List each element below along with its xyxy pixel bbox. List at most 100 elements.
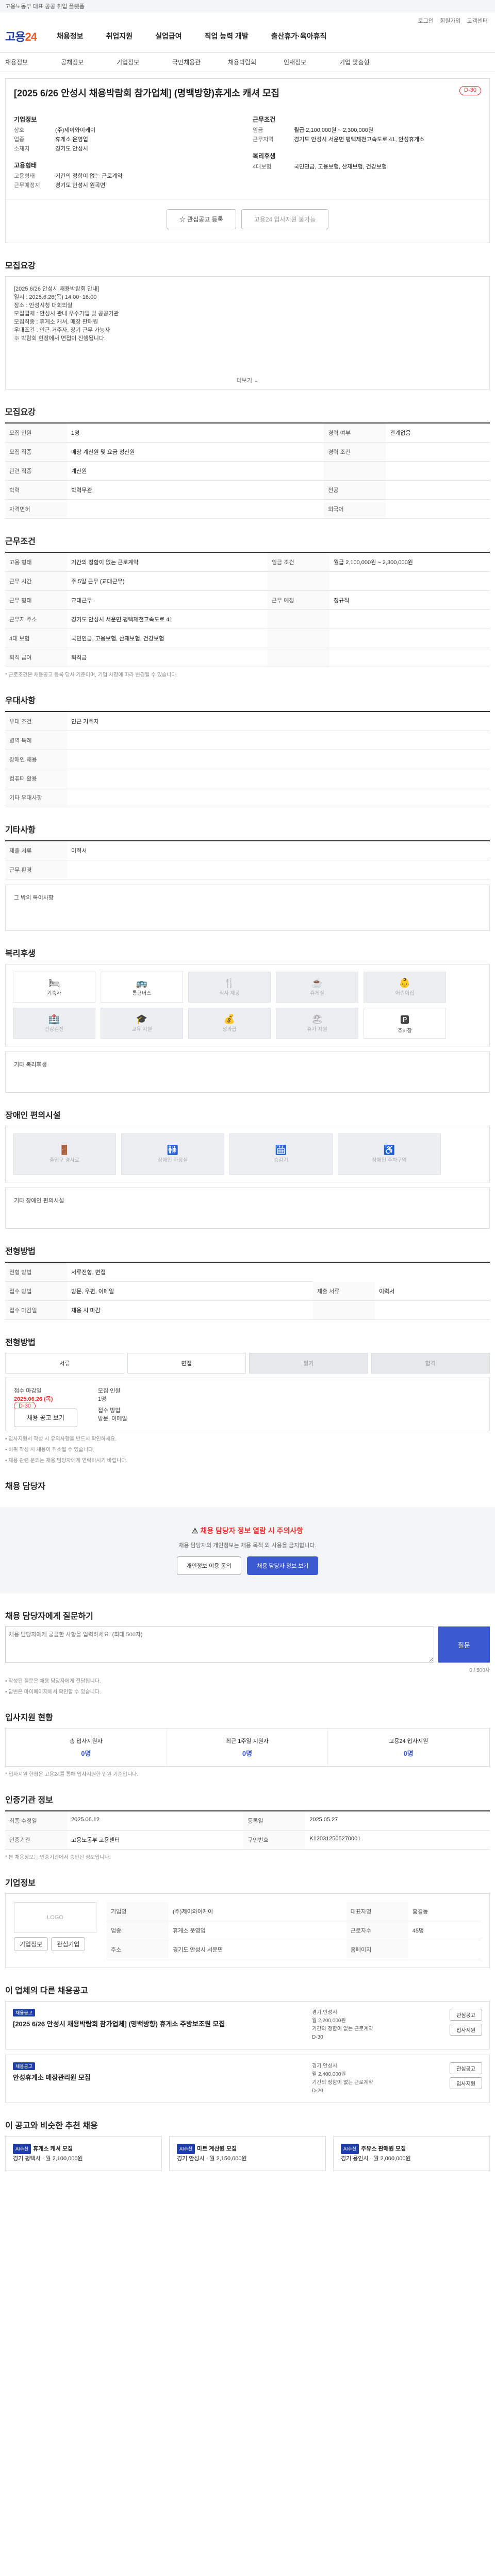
job-action-button[interactable]: 관심공고 xyxy=(450,2062,482,2074)
subnav-item[interactable]: 채용정보 xyxy=(5,58,61,66)
job-action-button[interactable]: 관심공고 xyxy=(450,2009,482,2021)
job-card-title[interactable]: [2025 6/26 안성시 채용박람회 참가업체] (명백방향) 휴게소 주방… xyxy=(13,2019,307,2028)
method-table: 전형 방법 서류전형, 면접 접수 방법 방문, 우편, 이메일 제출 서류 이력서 접수 … xyxy=(5,1262,490,1320)
welfare-icon: ☕ xyxy=(311,978,323,988)
row-key: 최종 수정일 xyxy=(5,1811,67,1831)
view-notice-button[interactable]: 채용 공고 보기 xyxy=(14,1409,77,1427)
contact-cta: ⚠ 채용 담당자 정보 열람 시 주의사항 채용 담당자의 개인정보는 채용 목… xyxy=(0,1507,495,1594)
nav-item[interactable]: 채용정보 xyxy=(57,31,84,41)
company-info-button[interactable]: 기업정보 xyxy=(14,1937,48,1951)
row-key: 근무 형태 xyxy=(5,590,67,610)
steps: 서류 면접 필기 합격 xyxy=(5,1353,490,1374)
row-cell: 휴게소 운영업 xyxy=(169,1921,346,1940)
header: 고용24 채용정보 취업지원 실업급여 직업 능력 개발 출산휴가·육아휴직 로… xyxy=(0,12,495,53)
section-title: 인증기관 정보 xyxy=(5,1796,53,1805)
facility-item: 🚪 출입구 경사로 xyxy=(13,1133,116,1175)
nav-item[interactable]: 취업지원 xyxy=(106,31,133,41)
subnav-item[interactable]: 공채정보 xyxy=(61,58,117,66)
consent-button[interactable]: 개인정보 이용 동의 xyxy=(176,1556,241,1575)
main-nav: 채용정보 취업지원 실업급여 직업 능력 개발 출산휴가·육아휴직 xyxy=(57,31,326,41)
disabled-notes: 기타 장애인 편의시설 xyxy=(5,1188,490,1229)
row-key xyxy=(267,571,329,591)
ai-job-card[interactable]: AI추천 주유소 판매원 모집 경기 용인시 · 월 2,000,000원 xyxy=(333,2136,490,2171)
bookmark-button[interactable]: ☆ 관심공고 등록 xyxy=(166,209,236,229)
ai-job-card[interactable]: AI추천 휴게소 캐셔 모집 경기 평택시 · 월 2,100,000원 xyxy=(5,2136,162,2171)
welfare-icon: 💰 xyxy=(223,1014,236,1024)
table-row: 기업명 (주)제이와이케이 대표자명 홍길동 xyxy=(107,1902,481,1921)
row-value: 학력무관 xyxy=(67,480,324,500)
logo[interactable]: 고용24 xyxy=(5,28,37,44)
job-card[interactable]: 채용공고 [2025 6/26 안성시 채용박람회 참가업체] (명백방향) 휴게… xyxy=(5,2001,490,2049)
row-cell: 대표자명 xyxy=(346,1902,408,1921)
ai-job-title[interactable]: 마트 계산원 모집 xyxy=(197,2146,237,2152)
row-cell xyxy=(408,1940,481,1959)
other-notes: 그 밖의 특이사항 xyxy=(5,885,490,931)
section-title: 전형방법 xyxy=(5,1247,36,1256)
ai-job-sub: 경기 평택시 · 월 2,100,000원 xyxy=(13,2156,83,2162)
ai-job-sub: 경기 안성시 · 월 2,150,000원 xyxy=(177,2156,247,2162)
question-input[interactable] xyxy=(5,1626,434,1663)
other-table: 제출 서류 이력서 근무 환경 xyxy=(5,840,490,879)
welfare-icons: 🛏 기숙사 🚌 통근버스 🍴 식사 제공 ☕ 휴게실 👶 어린이집 🏥 건강검진 🎓 교육 지원 💰 성과급 🏖… xyxy=(5,964,490,1046)
row-cell: 홍길동 xyxy=(408,1902,481,1921)
job-tag: 채용공고 xyxy=(13,2009,36,2016)
login-link[interactable]: 로그인 xyxy=(418,16,434,25)
nav-item[interactable]: 직업 능력 개발 xyxy=(205,31,249,41)
row-key: 경력 조건 xyxy=(324,442,386,462)
send-question-button[interactable]: 질문 xyxy=(438,1626,490,1663)
section-title: 우대사항 xyxy=(5,697,36,705)
table-row: 근무 형태 교대근무 근무 예정 정규직 xyxy=(5,590,490,610)
job-meta: 경기 안성시 월 2,200,000원 기간의 정함이 없는 근로계약 D-30 xyxy=(312,2010,373,2040)
row-key: 4대 보험 xyxy=(5,629,67,648)
util-links: 로그인 회원가입 고객센터 xyxy=(418,16,488,25)
section-title: 모집요강 xyxy=(5,408,36,417)
subnav-item[interactable]: 인재정보 xyxy=(284,58,339,66)
row-key: 임금 조건 xyxy=(267,552,329,572)
row-value: 월급 2,100,000원 ~ 2,300,000원 xyxy=(329,552,490,572)
job-summary-card: [2025 6/26 안성시 채용박람회 참가업체] (명백방향)휴게소 캐셔 … xyxy=(5,78,490,243)
row-cell: 홈페이지 xyxy=(346,1940,408,1959)
facility-item: 🛗 승강기 xyxy=(229,1133,333,1175)
more-button[interactable]: 더보기 ⌄ xyxy=(6,377,489,385)
subnav-item[interactable]: 국민채용관 xyxy=(172,58,228,66)
row-value: 채용 시 마감 xyxy=(67,1300,313,1320)
help-link[interactable]: 고객센터 xyxy=(467,16,488,25)
nav-item[interactable]: 실업급여 xyxy=(155,31,182,41)
table-row: 모집 직종 매장 계산원 및 요금 정산원 경력 조건 xyxy=(5,442,490,462)
ai-job-title[interactable]: 휴게소 캐셔 모집 xyxy=(33,2146,73,2152)
fav-company-button[interactable]: 관심기업 xyxy=(51,1937,86,1951)
job-action-button[interactable]: 입사지원 xyxy=(450,2024,482,2036)
table-row: 근무 환경 xyxy=(5,860,490,879)
log-table: 최종 수정일 2025.06.12 등록일 2025.05.27 인증기관 고용노동부 고… xyxy=(5,1810,490,1850)
row-key: 전공 xyxy=(324,480,386,500)
join-link[interactable]: 회원가입 xyxy=(440,16,460,25)
row-value xyxy=(386,461,490,481)
apply-stats: 총 입사지원자 0명 최근 1주일 지원자 0명 고용24 입사지원 0명 xyxy=(5,1728,490,1767)
welfare-item: 🛏 기숙사 xyxy=(13,972,95,1003)
row-value xyxy=(67,499,324,519)
step-item: 합격 xyxy=(371,1353,490,1374)
row-value xyxy=(329,648,490,667)
sub-nav: 채용정보 공채정보 기업정보 국민채용관 채용박람회 인재정보 기업 맞춤형 xyxy=(0,53,495,72)
row-value: 경기도 안성시 서운면 평택제천고속도로 41 xyxy=(67,609,268,629)
ai-job-card[interactable]: AI추천 마트 계산원 모집 경기 안성시 · 월 2,150,000원 xyxy=(169,2136,326,2171)
section-title: 장애인 편의시설 xyxy=(5,1111,61,1120)
job-card[interactable]: 채용공고 안성휴게소 매장관리원 모집 경기 안성시 월 2,400,000원 기간의 … xyxy=(5,2055,490,2103)
ai-job-title[interactable]: 주유소 판매원 모집 xyxy=(361,2146,406,2152)
job-card-title[interactable]: 안성휴게소 매장관리원 모집 xyxy=(13,2072,307,2082)
section-title: 채용 담당자에게 질문하기 xyxy=(5,1612,93,1621)
row-key xyxy=(312,1300,375,1320)
row-key: 제출 서류 xyxy=(312,1281,375,1301)
table-row: 자격면허 외국어 xyxy=(5,499,490,519)
row-key: 고용 형태 xyxy=(5,552,67,572)
subnav-item[interactable]: 기업정보 xyxy=(117,58,172,66)
table-row: 고용 형태 기간의 정함이 없는 근로계약 임금 조건 월급 2,100,000원 ~… xyxy=(5,552,490,572)
row-cell: 45명 xyxy=(408,1921,481,1940)
view-contact-button[interactable]: 채용 담당자 정보 보기 xyxy=(247,1556,319,1575)
nav-item[interactable]: 출산휴가·육아휴직 xyxy=(271,31,327,41)
row-key: 관련 직종 xyxy=(5,461,67,481)
apply-button[interactable]: 고용24 입사지원 불가능 xyxy=(241,209,329,229)
job-action-button[interactable]: 입사지원 xyxy=(450,2077,482,2089)
subnav-item[interactable]: 기업 맞춤형 xyxy=(339,58,395,66)
subnav-item[interactable]: 채용박람회 xyxy=(228,58,284,66)
